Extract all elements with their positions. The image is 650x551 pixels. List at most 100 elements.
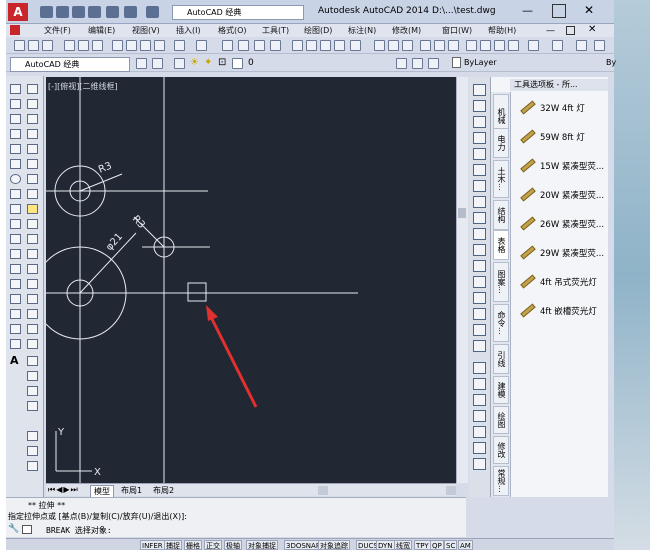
ellipse-arc-icon[interactable] (10, 234, 21, 244)
mirror-icon[interactable] (27, 114, 38, 124)
app-menu-icon[interactable] (10, 25, 20, 35)
menu-dimension[interactable]: 标注(N) (348, 25, 376, 36)
rotate-icon[interactable] (27, 174, 38, 184)
region-icon[interactable] (10, 324, 21, 334)
hscroll-left-icon[interactable] (318, 486, 328, 495)
paste-icon[interactable] (140, 40, 151, 51)
properties-icon[interactable] (292, 40, 303, 51)
tab-modeling[interactable]: 建模 (493, 376, 509, 404)
palette-item-59w-lamp[interactable]: 59W 8ft 灯 (516, 129, 585, 147)
strip-icon-16[interactable] (473, 324, 486, 336)
status-infer[interactable]: INFER (140, 540, 165, 550)
circle-icon[interactable] (10, 174, 21, 184)
zoom-realtime-icon[interactable] (238, 40, 249, 51)
layer-match-icon[interactable] (428, 58, 439, 69)
lightbulb-icon[interactable]: ☀ (190, 57, 199, 68)
save-toolbar-icon[interactable] (42, 40, 53, 51)
plot-icon-2[interactable] (420, 40, 431, 51)
zoom-extra-icon[interactable] (27, 431, 38, 441)
array-icon[interactable] (27, 144, 38, 154)
status-ortho[interactable]: 正交 (204, 540, 222, 550)
status-qp[interactable]: QP (430, 540, 444, 550)
undo-icon-2[interactable] (528, 40, 539, 51)
tab-commands[interactable]: 命令... (493, 304, 509, 342)
save-icon[interactable] (72, 6, 85, 18)
strip-icon-4[interactable] (473, 132, 486, 144)
palette-item-20w-compact[interactable]: 20W 紧凑型荧... (516, 187, 604, 205)
save-icon-2[interactable] (402, 40, 413, 51)
tab-leaders[interactable]: 引线 (493, 344, 509, 374)
zoom-previous-icon[interactable] (270, 40, 281, 51)
autocad-logo-icon[interactable]: A (8, 3, 28, 21)
extend-icon[interactable] (27, 234, 38, 244)
make-current-icon[interactable] (396, 58, 407, 69)
menu-minimize-icon[interactable]: — (546, 26, 555, 36)
tab-modify[interactable]: 修改 (493, 436, 509, 464)
tab-civil[interactable]: 土木... (493, 160, 509, 198)
palette-item-4ft-pendant[interactable]: 4ft 吊式荧光灯 (516, 274, 597, 292)
tool-palettes-icon[interactable] (320, 40, 331, 51)
spline-icon[interactable] (10, 204, 21, 214)
layer-previous-icon[interactable] (412, 58, 423, 69)
stretch-icon[interactable] (27, 204, 38, 214)
modify-extra-icon[interactable] (27, 356, 38, 366)
color-swatch[interactable] (452, 57, 461, 68)
tab-general[interactable]: 常规... (493, 466, 509, 496)
insert-block-icon[interactable] (10, 249, 21, 259)
point-icon[interactable] (10, 279, 21, 289)
strip-icon-23[interactable] (473, 442, 486, 454)
layer-manager-icon[interactable] (152, 58, 163, 69)
strip-icon-24[interactable] (473, 458, 486, 470)
new-file-icon[interactable] (40, 6, 53, 18)
copy-object-icon[interactable] (27, 99, 38, 109)
workspace-combo-2[interactable]: AutoCAD 经典 (10, 57, 130, 72)
menu-restore-icon[interactable] (566, 26, 575, 35)
new-icon[interactable] (14, 40, 25, 51)
tab-draw[interactable]: 绘图 (493, 406, 509, 434)
tab-layout2[interactable]: 布局2 (150, 485, 177, 496)
preview-icon-2[interactable] (434, 40, 445, 51)
zoom-window-icon[interactable] (254, 40, 265, 51)
new-icon-2[interactable] (374, 40, 385, 51)
calculator-icon[interactable] (350, 40, 361, 51)
pan-icon-2[interactable] (576, 40, 587, 51)
minimize-icon[interactable]: — (522, 4, 536, 18)
menu-draw[interactable]: 绘图(D) (304, 25, 332, 36)
polyline-icon[interactable] (10, 114, 21, 124)
bylayer-label[interactable]: ByLayer (464, 58, 497, 67)
palette-item-32w-lamp[interactable]: 32W 4ft 灯 (516, 100, 585, 118)
gradient-icon[interactable] (10, 309, 21, 319)
redo-icon-2[interactable] (552, 40, 563, 51)
undo-icon[interactable] (124, 6, 137, 18)
hscroll-right-icon[interactable] (446, 486, 456, 495)
design-center-icon[interactable] (306, 40, 317, 51)
strip-icon-13[interactable] (473, 276, 486, 288)
table-icon[interactable] (10, 339, 21, 349)
menu-view[interactable]: 视图(V) (132, 25, 160, 36)
offset-icon[interactable] (27, 129, 38, 139)
line-icon[interactable] (10, 84, 21, 94)
menu-format[interactable]: 格式(O) (218, 25, 247, 36)
command-recent-icon[interactable] (22, 525, 32, 534)
publish-icon-2[interactable] (448, 40, 459, 51)
pan-icon[interactable] (222, 40, 233, 51)
menu-insert[interactable]: 插入(I) (176, 25, 201, 36)
blend-icon[interactable] (27, 324, 38, 334)
matchprop-icon[interactable] (154, 40, 165, 51)
status-lineweight[interactable]: 线宽 (394, 540, 412, 550)
open-icon[interactable] (28, 40, 39, 51)
arc-icon[interactable] (10, 159, 21, 169)
strip-icon-20[interactable] (473, 394, 486, 406)
polygon-icon[interactable] (10, 129, 21, 139)
modify-extra-icon-2[interactable] (27, 371, 38, 381)
open-icon-2[interactable] (388, 40, 399, 51)
status-osnap[interactable]: 对象捕捉 (246, 540, 278, 550)
construction-line-icon[interactable] (10, 99, 21, 109)
tab-tables[interactable]: 表格 (493, 230, 509, 260)
strip-icon-1[interactable] (473, 84, 486, 96)
strip-icon-12[interactable] (473, 260, 486, 272)
trim-icon[interactable] (27, 219, 38, 229)
strip-icon-14[interactable] (473, 292, 486, 304)
menu-help[interactable]: 帮助(H) (488, 25, 516, 36)
strip-icon-6[interactable] (473, 164, 486, 176)
